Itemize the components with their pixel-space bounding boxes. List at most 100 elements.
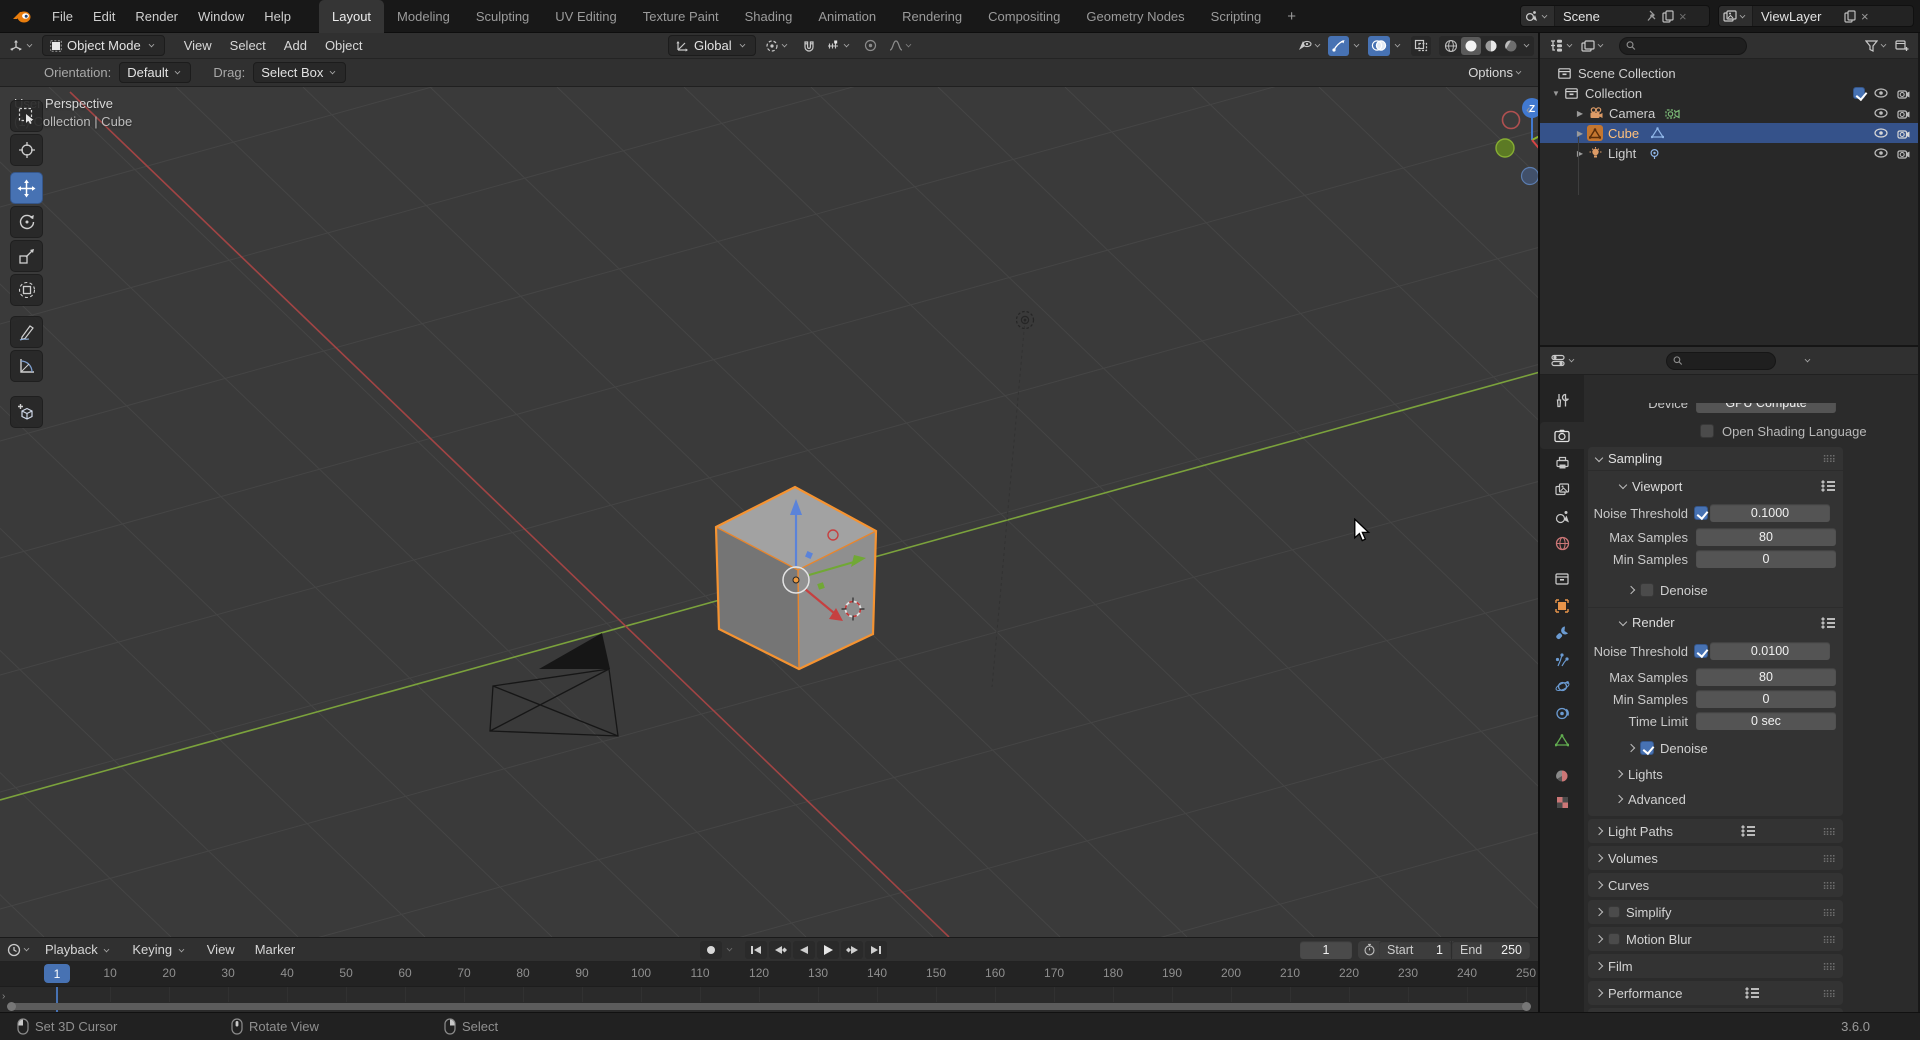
preset-menu-icon[interactable]	[1821, 617, 1835, 629]
preset-menu-icon[interactable]	[1821, 480, 1835, 492]
properties-tab-texture[interactable]	[1540, 789, 1584, 816]
device-field[interactable]: GPU Compute	[1696, 403, 1836, 413]
advanced-subsection[interactable]: Advanced	[1588, 790, 1843, 808]
properties-tab-render[interactable]	[1540, 422, 1584, 449]
current-frame-field[interactable]: 1	[1300, 941, 1352, 959]
hide-eye-icon[interactable]	[1874, 108, 1888, 118]
outliner-display-mode-button[interactable]	[1578, 36, 1609, 56]
timeline-scrollbar[interactable]	[8, 1003, 1530, 1010]
disable-render-camera-icon[interactable]	[1897, 148, 1910, 159]
gizmo-axis-x-neg[interactable]	[1503, 112, 1520, 129]
render-subpanel-header[interactable]: Render	[1588, 607, 1843, 633]
disclosure-triangle-icon[interactable]: ▶	[1574, 149, 1586, 158]
menu-file[interactable]: File	[42, 0, 83, 33]
shading-options-chevron[interactable]	[1524, 42, 1530, 48]
sidebar-collapse-arrow[interactable]: ‹	[1526, 101, 1531, 117]
shading-material-button[interactable]	[1481, 37, 1501, 55]
tab-sculpting[interactable]: Sculpting	[463, 0, 542, 33]
properties-tab-material[interactable]	[1540, 762, 1584, 789]
sampling-panel-header[interactable]: Sampling	[1588, 447, 1843, 471]
lights-subsection[interactable]: Lights	[1588, 765, 1843, 783]
navigation-gizmo[interactable]: Z Y X	[1492, 95, 1538, 195]
properties-tab-tool[interactable]	[1540, 387, 1584, 414]
next-keyframe-button[interactable]	[841, 941, 863, 959]
mode-dropdown[interactable]: Object Mode	[42, 35, 165, 56]
outliner-row-camera[interactable]: ▶ Camera	[1540, 103, 1918, 123]
viewlayer-name[interactable]: ViewLayer	[1753, 9, 1839, 24]
viewport-min-samples-field[interactable]: 0	[1696, 550, 1836, 568]
menu-render[interactable]: Render	[125, 0, 188, 33]
viewport-scene[interactable]	[0, 87, 1538, 937]
simplify-checkbox[interactable]	[1608, 906, 1620, 918]
channel-expand-arrow[interactable]: ›	[2, 991, 5, 1002]
show-object-types-button[interactable]	[1294, 36, 1326, 56]
motion-blur-checkbox[interactable]	[1608, 933, 1620, 945]
tool-cursor[interactable]	[10, 134, 43, 166]
play-reverse-button[interactable]	[793, 941, 815, 959]
timeline-editor-type-button[interactable]	[4, 940, 35, 960]
properties-tab-object-data[interactable]	[1540, 727, 1584, 754]
properties-tab-constraints[interactable]	[1540, 700, 1584, 727]
tab-animation[interactable]: Animation	[805, 0, 889, 33]
blender-logo-icon[interactable]	[12, 8, 32, 24]
pin-icon[interactable]	[1646, 10, 1657, 22]
properties-tab-output[interactable]	[1540, 449, 1584, 476]
menu-object[interactable]: Object	[316, 38, 372, 53]
panel-grip[interactable]	[1822, 905, 1835, 920]
render-denoise-checkbox[interactable]	[1640, 741, 1654, 755]
proportional-editing-button[interactable]	[861, 36, 880, 56]
section-light-paths[interactable]: Light Paths	[1588, 819, 1843, 843]
overlays-options-chevron[interactable]	[1395, 42, 1401, 48]
section-film[interactable]: Film	[1588, 954, 1843, 978]
menu-add[interactable]: Add	[275, 38, 316, 53]
tab-layout[interactable]: Layout	[319, 0, 384, 33]
outliner-search-input[interactable]	[1640, 39, 1740, 53]
outliner-row-scene-collection[interactable]: Scene Collection	[1540, 63, 1918, 83]
tab-geometry-nodes[interactable]: Geometry Nodes	[1073, 0, 1197, 33]
tab-scripting[interactable]: Scripting	[1198, 0, 1275, 33]
render-max-samples-field[interactable]: 80	[1696, 668, 1836, 686]
properties-tab-object[interactable]	[1540, 592, 1584, 619]
hide-eye-icon[interactable]	[1874, 128, 1888, 138]
panel-grip[interactable]	[1822, 878, 1835, 893]
disclosure-triangle-icon[interactable]: ▶	[1574, 109, 1586, 118]
menu-playback[interactable]: Playback	[35, 942, 122, 957]
gizmos-toggle[interactable]	[1328, 36, 1349, 56]
disable-render-camera-icon[interactable]	[1897, 88, 1910, 99]
render-noise-threshold-field[interactable]: 0.0100	[1710, 642, 1830, 660]
tool-move[interactable]	[10, 172, 43, 204]
gizmo-axis-y-neg[interactable]	[1496, 139, 1514, 157]
tool-annotate[interactable]	[10, 316, 43, 348]
viewport-denoise-checkbox[interactable]	[1640, 583, 1654, 597]
outliner-filter-button[interactable]	[1862, 36, 1892, 56]
new-viewlayer-icon[interactable]	[1844, 10, 1856, 23]
viewport-denoise-row[interactable]: Denoise	[1588, 581, 1843, 599]
properties-tab-view-layer[interactable]	[1540, 476, 1584, 503]
light-object[interactable]	[1017, 312, 1034, 329]
jump-to-end-button[interactable]	[865, 941, 887, 959]
remove-viewlayer-icon[interactable]: ×	[1861, 9, 1869, 24]
new-scene-icon[interactable]	[1662, 10, 1674, 23]
section-performance[interactable]: Performance	[1588, 981, 1843, 1005]
outliner-row-light[interactable]: ▶ Light	[1540, 143, 1918, 163]
properties-tab-physics[interactable]	[1540, 673, 1584, 700]
viewlayer-browse-button[interactable]	[1719, 6, 1753, 26]
hide-eye-icon[interactable]	[1874, 88, 1888, 98]
tab-compositing[interactable]: Compositing	[975, 0, 1073, 33]
section-volumes[interactable]: Volumes	[1588, 846, 1843, 870]
falloff-button[interactable]	[886, 36, 917, 56]
tool-rotate[interactable]	[10, 206, 43, 238]
3d-viewport[interactable]: User Perspective (1) Collection | Cube	[0, 87, 1538, 937]
frame-start-field[interactable]: Start 1	[1379, 941, 1451, 959]
properties-tab-world[interactable]	[1540, 530, 1584, 557]
render-min-samples-field[interactable]: 0	[1696, 690, 1836, 708]
properties-tab-scene[interactable]	[1540, 503, 1584, 530]
viewport-subpanel-header[interactable]: Viewport	[1588, 475, 1843, 497]
add-workspace-button[interactable]: +	[1274, 0, 1309, 33]
viewport-max-samples-field[interactable]: 80	[1696, 528, 1836, 546]
shading-wireframe-button[interactable]	[1441, 37, 1461, 55]
collection-exclude-checkbox[interactable]	[1853, 87, 1865, 99]
osl-checkbox[interactable]	[1700, 424, 1714, 438]
panel-grip[interactable]	[1822, 959, 1835, 974]
viewport-noise-threshold-checkbox[interactable]	[1694, 506, 1708, 520]
